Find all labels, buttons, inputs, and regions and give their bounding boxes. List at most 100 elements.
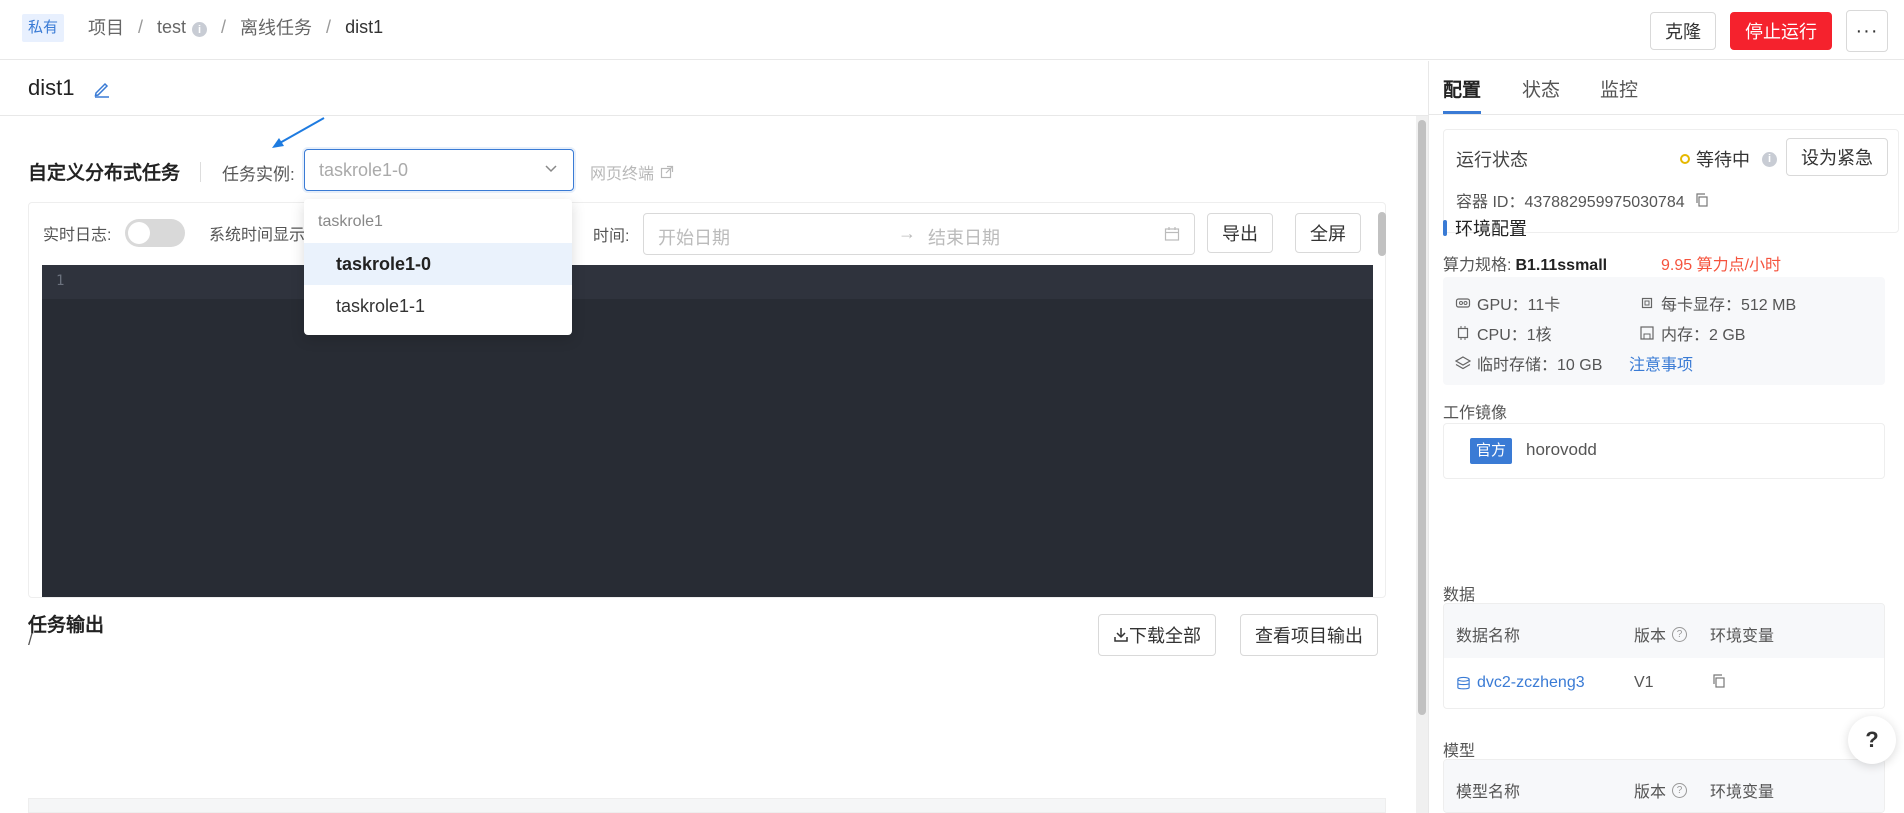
container-id: 容器 ID：437882959975030784 [1456,188,1709,212]
right-panel: 配置 状态 监控 运行状态 等待中 i 设为紧急 容器 ID：437882959… [1428,61,1904,813]
breadcrumb-current: dist1 [345,16,384,37]
temp-storage-spec: 临时存储：10 GB [1455,351,1602,375]
tab-config[interactable]: 配置 [1443,75,1481,102]
data-title: 数据 [1443,587,1476,604]
view-project-output-button[interactable]: 查看项目输出 [1240,614,1378,656]
model-table: 模型名称 版本? 环境变量 [1443,759,1885,813]
realtime-log-label: 实时日志: [43,227,112,244]
edit-icon[interactable] [92,79,112,99]
spec-price: 9.95 算力点/小时 [1661,257,1782,274]
memory-spec: 内存：2 GB [1639,321,1745,345]
log-panel: 实时日志: 系统时间显示 时间: 开始日期 → 结束日期 导出 全屏 1 [28,202,1386,598]
download-all-button[interactable]: 下载全部 [1098,614,1216,656]
col-model-env-var: 环境变量 [1710,784,1775,801]
breadcrumb: 项目 / test i / 离线任务 / dist1 [88,12,383,42]
help-button[interactable]: ? [1848,716,1896,764]
tab-monitor[interactable]: 监控 [1600,75,1638,102]
end-date-input[interactable]: 结束日期 [928,224,1000,250]
output-path: / [28,630,33,649]
data-table: 数据名称 版本? 环境变量 dvc2-zczheng3 V1 [1443,603,1885,709]
model-table-header: 模型名称 版本? 环境变量 [1444,760,1884,812]
model-title: 模型 [1443,743,1476,760]
gpu-spec: GPU：11卡 [1455,291,1560,315]
annotation-arrow-icon [272,117,325,148]
chip-icon [1641,297,1653,309]
dropdown-option-taskrole1-1[interactable]: taskrole1-1 [304,285,572,327]
official-badge: 官方 [1470,438,1513,464]
data-row-name[interactable]: dvc2-zczheng3 [1456,674,1585,692]
save-icon [1640,326,1654,340]
col-model-version: 版本? [1634,778,1688,802]
output-list [28,798,1386,813]
question-icon: ? [1672,626,1688,642]
more-options-button[interactable]: ··· [1846,10,1888,52]
set-urgent-button[interactable]: 设为紧急 [1786,138,1888,176]
log-toolbar: 实时日志: 系统时间显示 时间: 开始日期 → 结束日期 导出 全屏 [29,203,1385,261]
data-table-header: 数据名称 版本? 环境变量 [1444,604,1884,658]
time-label: 时间: [593,228,630,245]
output-title: 任务输出 [28,615,105,636]
col-version: 版本? [1634,622,1688,646]
system-time-label: 系统时间显示 [209,227,306,244]
col-env-var: 环境变量 [1710,628,1775,645]
copy-icon[interactable] [1695,193,1709,207]
col-data-name: 数据名称 [1456,628,1521,645]
info-icon: i [192,22,208,37]
download-icon [1114,628,1128,642]
calendar-icon [1164,226,1180,247]
image-title: 工作镜像 [1443,405,1508,422]
dropdown-group-label: taskrole1 [318,213,383,230]
tab-status[interactable]: 状态 [1522,75,1560,102]
cpu-icon [1457,326,1469,340]
top-bar: 私有 项目 / test i / 离线任务 / dist1 克隆 停止运行 ··· [0,0,1904,60]
start-date-input[interactable]: 开始日期 [658,224,730,250]
breadcrumb-test[interactable]: test i [157,17,208,38]
cpu-spec: CPU：1核 [1455,321,1552,345]
breadcrumb-projects[interactable]: 项目 [88,14,124,40]
main-scrollbar[interactable] [1418,120,1426,715]
info-icon: i [1762,151,1777,167]
breadcrumb-offline-tasks[interactable]: 离线任务 [240,14,312,40]
task-title-row: dist1 [0,61,1428,116]
pending-dot-icon [1680,154,1690,164]
layers-icon [1455,356,1471,370]
stop-run-button[interactable]: 停止运行 [1730,12,1832,50]
right-tabs: 配置 状态 监控 [1429,61,1904,115]
env-config-header: 环境配置 [1443,215,1527,241]
log-scrollbar[interactable] [1378,212,1386,256]
instance-select[interactable]: taskrole1-0 [304,149,574,191]
realtime-log-toggle[interactable] [125,219,185,247]
chevron-down-icon [543,160,559,181]
instance-label: 任务实例: [222,165,295,184]
col-model-name: 模型名称 [1456,784,1521,801]
spec-box: GPU：11卡 每卡显存：512 MB CPU：1核 内存：2 GB 临时存储：… [1443,277,1885,385]
section-title: 自定义分布式任务 [28,163,181,184]
instance-dropdown: taskrole1 taskrole1-0 taskrole1-1 [304,199,572,335]
fullscreen-button[interactable]: 全屏 [1295,213,1361,253]
external-link-icon [660,165,674,179]
run-status-value: 等待中 i [1680,146,1777,172]
web-terminal-link[interactable]: 网页终端 [590,160,674,184]
run-status-label: 运行状态 [1456,150,1528,170]
export-button[interactable]: 导出 [1207,213,1273,253]
log-viewer[interactable]: 1 [42,265,1373,597]
database-icon [1457,676,1470,689]
clone-button[interactable]: 克隆 [1650,12,1716,50]
notice-link[interactable]: 注意事项 [1629,351,1693,375]
main-content: 自定义分布式任务 任务实例: taskrole1-0 网页终端 实时日志: 系统… [0,116,1428,813]
task-name: dist1 [28,75,75,100]
range-arrow-icon: → [898,223,916,243]
dropdown-option-taskrole1-0[interactable]: taskrole1-0 [304,243,572,285]
image-name: horovodd [1526,440,1597,459]
spec-row: 算力规格: B1.11ssmall [1443,257,1608,274]
data-row-version: V1 [1634,674,1654,691]
date-range-picker[interactable]: 开始日期 → 结束日期 [643,213,1195,255]
copy-icon[interactable] [1712,674,1726,688]
image-card: 官方 horovodd [1443,423,1885,479]
private-tag: 私有 [22,14,65,42]
question-icon: ? [1672,782,1688,798]
instance-select-value: taskrole1-0 [319,160,409,180]
line-number: 1 [56,273,65,289]
vram-spec: 每卡显存：512 MB [1639,291,1796,315]
gpu-icon [1455,298,1471,308]
